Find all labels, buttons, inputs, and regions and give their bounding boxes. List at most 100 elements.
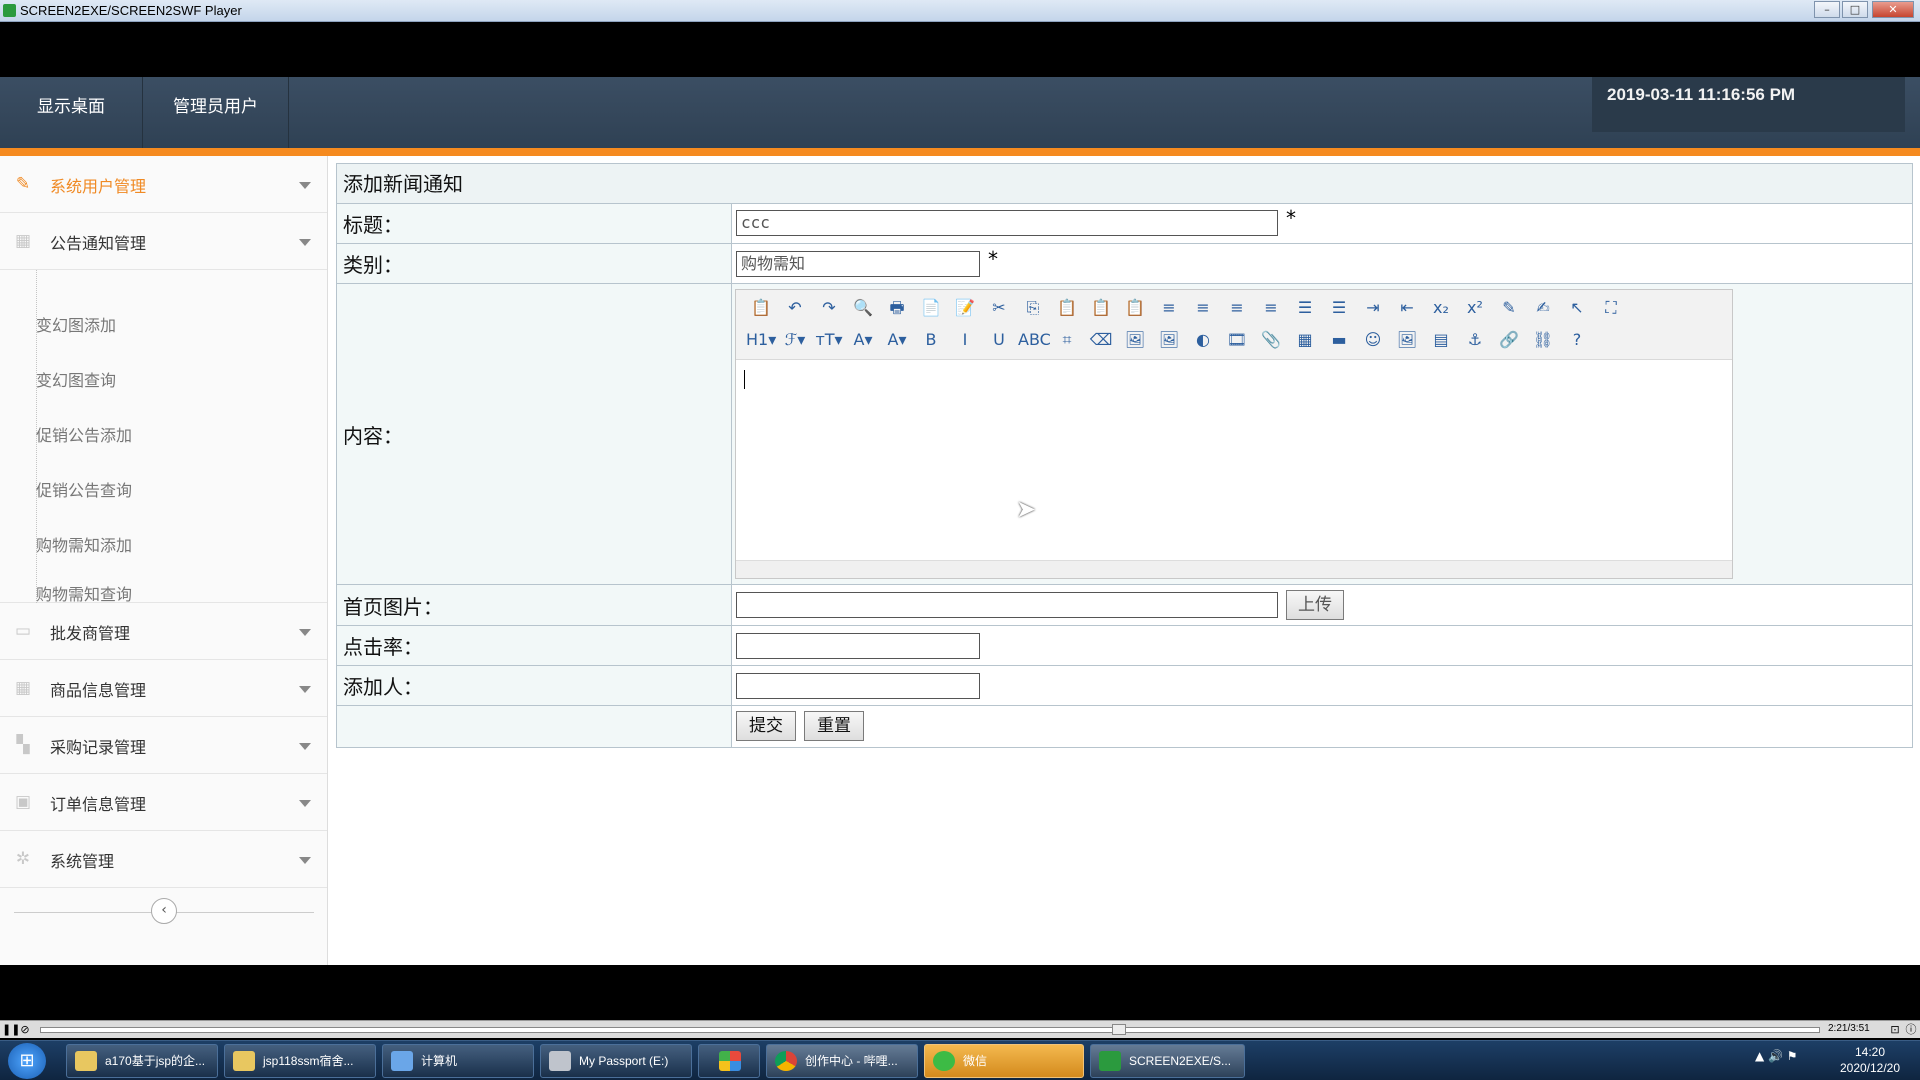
editor-format-button-21[interactable]: ⚓ — [1460, 326, 1490, 354]
clicks-input[interactable] — [736, 633, 980, 659]
editor-format-button-24[interactable]: ? — [1562, 326, 1592, 354]
task-folder-1[interactable]: a170基于jsp的企... — [66, 1044, 218, 1078]
editor-format-button-15[interactable]: 📎 — [1256, 326, 1286, 354]
author-input[interactable] — [736, 673, 980, 699]
task-folder-2[interactable]: jsp118ssm宿舍... — [224, 1044, 376, 1078]
editor-format-button-13[interactable]: ◐ — [1188, 326, 1218, 354]
editor-toolbar-button-13[interactable]: ≡ — [1188, 294, 1218, 322]
editor-toolbar-button-23[interactable]: ✍ — [1528, 294, 1558, 322]
taskbar-clock[interactable]: 14:20 2020/12/20 — [1830, 1044, 1910, 1076]
editor-format-button-17[interactable]: ▬ — [1324, 326, 1354, 354]
editor-toolbar-button-15[interactable]: ≡ — [1256, 294, 1286, 322]
editor-toolbar-button-14[interactable]: ≡ — [1222, 294, 1252, 322]
editor-toolbar-button-10[interactable]: 📋 — [1086, 294, 1116, 322]
editor-format-button-0[interactable]: H1▾ — [746, 326, 776, 354]
editor-toolbar-button-22[interactable]: ✎ — [1494, 294, 1524, 322]
submenu-item-notice-add[interactable]: 购物需知添加 — [36, 532, 132, 560]
reset-button[interactable]: 重置 — [804, 711, 864, 741]
submenu-item-banner-query[interactable]: 变幻图查询 — [36, 367, 116, 395]
title-input[interactable]: ccc — [736, 210, 1278, 236]
editor-resize-bar[interactable] — [736, 560, 1732, 578]
seek-track[interactable] — [40, 1027, 1820, 1033]
editor-format-button-22[interactable]: 🔗 — [1494, 326, 1524, 354]
editor-toolbar-button-19[interactable]: ⇤ — [1392, 294, 1422, 322]
editor-toolbar-button-0[interactable]: 📋 — [746, 294, 776, 322]
sidebar-item-products[interactable]: ▦ 商品信息管理 — [0, 660, 327, 717]
editor-toolbar-button-2[interactable]: ↷ — [814, 294, 844, 322]
editor-toolbar-button-25[interactable]: ⛶ — [1596, 294, 1626, 322]
editor-format-button-6[interactable]: I — [950, 326, 980, 354]
editor-format-button-19[interactable]: 🖼 — [1392, 326, 1422, 354]
editor-toolbar-button-16[interactable]: ☰ — [1290, 294, 1320, 322]
editor-toolbar-button-6[interactable]: 📝 — [950, 294, 980, 322]
editor-format-button-9[interactable]: ⌗ — [1052, 326, 1082, 354]
system-tray[interactable]: ▲ 🔊 ⚑ — [1755, 1049, 1798, 1063]
fullscreen-icon[interactable]: ⊡ — [1888, 1023, 1902, 1037]
editor-toolbar-button-3[interactable]: 🔍 — [848, 294, 878, 322]
submenu-item-banner-add[interactable]: 变幻图添加 — [36, 312, 116, 340]
upload-button[interactable]: 上传 — [1286, 590, 1344, 620]
maximize-button[interactable]: □ — [1842, 1, 1868, 18]
image-input[interactable] — [736, 592, 1278, 618]
editor-format-button-16[interactable]: ▦ — [1290, 326, 1320, 354]
minimize-button[interactable]: – — [1814, 1, 1840, 18]
task-my-passport[interactable]: My Passport (E:) — [540, 1044, 692, 1078]
editor-toolbar-button-21[interactable]: x² — [1460, 294, 1490, 322]
editor-format-button-23[interactable]: ⛓ — [1528, 326, 1558, 354]
task-wechat[interactable]: 微信 — [924, 1044, 1084, 1078]
start-button[interactable]: ⊞ — [8, 1043, 46, 1079]
editor-format-button-7[interactable]: U — [984, 326, 1014, 354]
category-input[interactable]: 购物需知 — [736, 251, 980, 277]
submenu-item-promo-add[interactable]: 促销公告添加 — [36, 422, 132, 450]
nav-admin-user[interactable]: 管理员用户 — [143, 77, 289, 148]
sidebar-item-orders[interactable]: ▣ 订单信息管理 — [0, 774, 327, 831]
editor-toolbar-button-20[interactable]: x₂ — [1426, 294, 1456, 322]
editor-format-button-20[interactable]: ▤ — [1426, 326, 1456, 354]
nav-show-desktop[interactable]: 显示桌面 — [0, 77, 143, 148]
editor-format-button-1[interactable]: ℱ▾ — [780, 326, 810, 354]
editor-format-button-5[interactable]: B — [916, 326, 946, 354]
editor-format-button-12[interactable]: 🖼 — [1154, 326, 1184, 354]
sidebar-item-purchases[interactable]: ▚ 采购记录管理 — [0, 717, 327, 774]
editor-format-button-18[interactable]: ☺ — [1358, 326, 1388, 354]
editor-toolbar-row-1: 📋 ↶ ↷ 🔍 🖶 📄 📝 ✂ ⎘ 📋 📋 📋 ≡ ≡ ≡ ≡ ☰ ☰ ⇥ ⇤ x₂ x² ✎ ✍ ↖ ⛶ — [746, 294, 1626, 322]
stop-icon[interactable]: ⊘ — [18, 1023, 32, 1037]
editor-format-button-8[interactable]: ABC — [1018, 326, 1051, 354]
editor-toolbar-button-18[interactable]: ⇥ — [1358, 294, 1388, 322]
editor-toolbar-button-12[interactable]: ≡ — [1154, 294, 1184, 322]
editor-format-button-11[interactable]: 🖼 — [1120, 326, 1150, 354]
editor-toolbar-button-7[interactable]: ✂ — [984, 294, 1014, 322]
submit-button[interactable]: 提交 — [736, 711, 796, 741]
editor-toolbar-button-11[interactable]: 📋 — [1120, 294, 1150, 322]
info-icon[interactable]: ⓘ — [1904, 1023, 1918, 1037]
sidebar-item-system[interactable]: ✲ 系统管理 — [0, 831, 327, 888]
editor-content-area[interactable] — [736, 360, 1732, 560]
submenu-item-promo-query[interactable]: 促销公告查询 — [36, 477, 132, 505]
sidebar-item-wholesalers[interactable]: ▭ 批发商管理 — [0, 603, 327, 660]
pause-icon[interactable]: ❚❚ — [2, 1023, 20, 1037]
editor-toolbar-button-1[interactable]: ↶ — [780, 294, 810, 322]
submenu-item-notice-query[interactable]: 购物需知查询 — [36, 587, 132, 603]
row-content: 内容： 📋 ↶ ↷ 🔍 🖶 📄 📝 ✂ ⎘ 📋 📋 📋 ≡ ≡ ≡ ≡ ☰ ☰ ⇥ ⇤ x₂ x² ✎ ✍ ↖ ⛶ H1▾ ℱ▾ тT… — [337, 284, 1912, 585]
sidebar-item-system-users[interactable]: ✎ 系统用户管理 — [0, 156, 327, 213]
editor-format-button-14[interactable]: 🎞 — [1222, 326, 1252, 354]
sidebar-collapse-button[interactable]: ‹ — [151, 898, 177, 924]
editor-format-button-3[interactable]: A▾ — [848, 326, 878, 354]
editor-format-button-4[interactable]: A▾ — [882, 326, 912, 354]
editor-format-button-10[interactable]: ⌫ — [1086, 326, 1116, 354]
editor-toolbar-button-17[interactable]: ☰ — [1324, 294, 1354, 322]
editor-toolbar-button-9[interactable]: 📋 — [1052, 294, 1082, 322]
task-app-pinwheel[interactable] — [698, 1044, 760, 1078]
editor-toolbar-button-4[interactable]: 🖶 — [882, 294, 912, 322]
task-computer[interactable]: 计算机 — [382, 1044, 534, 1078]
editor-toolbar-button-5[interactable]: 📄 — [916, 294, 946, 322]
editor-format-button-2[interactable]: тT▾ — [814, 326, 844, 354]
seek-thumb[interactable] — [1112, 1024, 1126, 1035]
editor-toolbar-button-24[interactable]: ↖ — [1562, 294, 1592, 322]
sidebar-item-announcements[interactable]: ▦ 公告通知管理 — [0, 213, 327, 270]
chevron-down-icon — [299, 800, 311, 807]
task-chrome[interactable]: 创作中心 - 哔哩... — [766, 1044, 918, 1078]
close-button[interactable]: ✕ — [1872, 1, 1914, 18]
task-screen2exe[interactable]: SCREEN2EXE/S... — [1090, 1044, 1245, 1078]
editor-toolbar-button-8[interactable]: ⎘ — [1018, 294, 1048, 322]
